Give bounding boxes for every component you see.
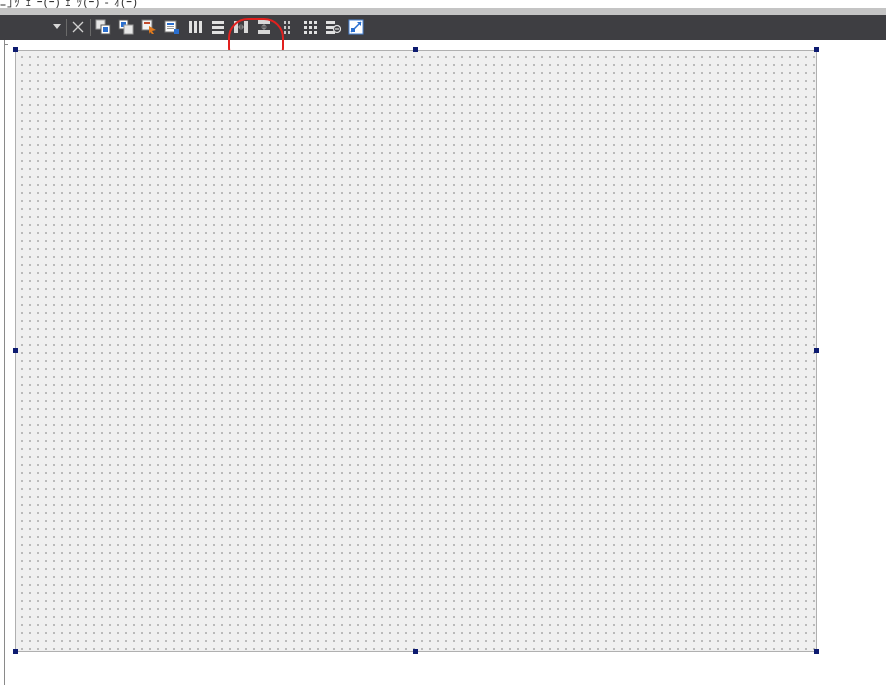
adjust-size-icon[interactable] — [348, 19, 364, 35]
menu-bar-cutoff-text: ﾆ｣ｯ ｪ ｰ(ｰ) ｪ ｯ(ｰ) ‐ ｵ(ｰ) — [0, 0, 138, 8]
toolbar-border — [0, 8, 886, 15]
resize-handle-top-right[interactable] — [814, 47, 819, 52]
resize-handle-bottom-right[interactable] — [814, 649, 819, 654]
menu-bar[interactable]: ﾆ｣ｯ ｪ ｰ(ｰ) ｪ ｯ(ｰ) ‐ ｵ(ｰ) — [0, 0, 886, 8]
resize-handle-bottom[interactable] — [413, 649, 418, 654]
form-editor-toolbar — [0, 15, 886, 68]
toolbar-separator — [90, 19, 91, 36]
left-ruler-tick — [5, 44, 8, 45]
resize-handle-bottom-left[interactable] — [13, 649, 18, 654]
chevron-down-icon[interactable] — [53, 24, 61, 29]
resize-handle-top-left[interactable] — [13, 47, 18, 52]
send-to-back-icon[interactable] — [118, 19, 134, 35]
bring-to-front-icon[interactable] — [95, 19, 111, 35]
break-layout-icon[interactable] — [325, 19, 341, 35]
tab-order-icon[interactable] — [141, 19, 157, 35]
layout-horizontal-icon[interactable] — [187, 19, 203, 35]
property-icon[interactable] — [164, 19, 180, 35]
form-design-canvas[interactable] — [15, 50, 817, 652]
layout-grid-icon[interactable] — [302, 19, 318, 35]
toolbar-separator — [66, 19, 67, 36]
resize-handle-top[interactable] — [413, 47, 418, 52]
resize-handle-left[interactable] — [13, 348, 18, 353]
left-ruler-line — [4, 40, 5, 685]
layout-vertical-icon[interactable] — [210, 19, 226, 35]
resize-handle-right[interactable] — [814, 348, 819, 353]
close-icon[interactable] — [70, 19, 86, 35]
designer-window: ﾆ｣ｯ ｪ ｰ(ｰ) ｪ ｯ(ｰ) ‐ ｵ(ｰ) — [0, 0, 886, 685]
